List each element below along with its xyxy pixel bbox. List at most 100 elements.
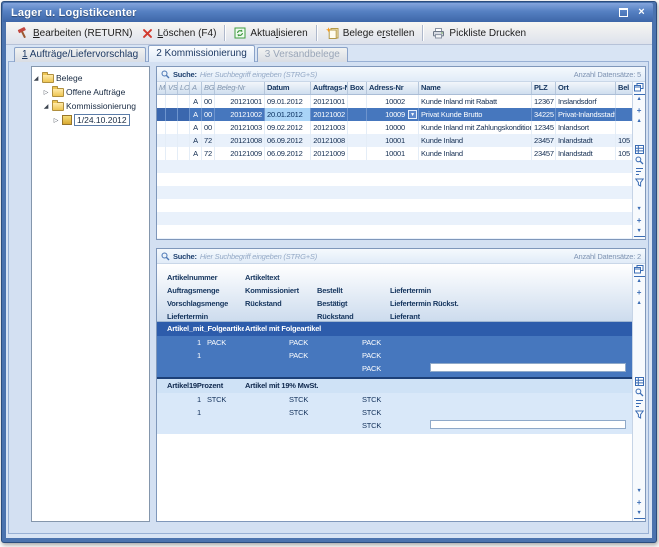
- previous-record-icon[interactable]: ▲: [634, 117, 645, 126]
- search-label: Suche:: [173, 252, 197, 261]
- record-count: Anzahl Datensätze: 5: [574, 70, 641, 79]
- col-header-beleg-nr[interactable]: Beleg-Nr: [215, 82, 265, 94]
- first-record-icon[interactable]: ▲: [634, 276, 645, 286]
- col-header-box[interactable]: Box: [348, 82, 367, 94]
- collapse-arrow-icon[interactable]: ▷: [42, 89, 50, 96]
- collapse-arrow-icon[interactable]: ▷: [52, 117, 60, 124]
- search-bar[interactable]: Suche: Hier Suchbegriff eingeben (STRG+S…: [157, 67, 645, 82]
- create-documents-icon: [326, 27, 339, 39]
- grid-view-icon[interactable]: [634, 145, 645, 154]
- col-header-bel[interactable]: Bel: [616, 82, 632, 94]
- search-placeholder: Hier Suchbegriff eingeben (STRG+S): [200, 70, 317, 79]
- article-record-selected[interactable]: Artikel_mit_Folgeartikel Artikel mit Fol…: [157, 322, 632, 377]
- title-bar: Lager u. Logistikcenter ×: [3, 3, 653, 22]
- client-area: Bearbeiten (RETURN) Löschen (F4) Aktuali…: [6, 22, 652, 538]
- loeschen-label: Löschen (F4): [157, 28, 216, 39]
- toolbar-separator: [316, 25, 318, 41]
- article-record[interactable]: Artikel19Prozent Artikel mit 19% MwSt. 1…: [157, 377, 632, 434]
- table-row[interactable]: A 00 20121001 09.01.2012 20121001 10002 …: [157, 95, 632, 108]
- folder-icon: [52, 88, 64, 97]
- hdr-liefertermin2: Liefertermin: [167, 312, 208, 321]
- empty-rows-area: [157, 160, 632, 239]
- col-header-plz[interactable]: PLZ: [532, 82, 556, 94]
- col-header-auftrags-nr[interactable]: Auftrags-Nr.: [311, 82, 348, 94]
- search-icon: [161, 252, 170, 261]
- hdr-liefertermin-rueckst: Liefertermin Rückst.: [390, 299, 459, 308]
- table-row[interactable]: A 00 20121003 09.02.2012 20121003 10000 …: [157, 121, 632, 134]
- article-number: Artikel_mit_Folgeartikel: [167, 322, 244, 336]
- next-record-icon[interactable]: ▼: [634, 487, 645, 496]
- col-header-name[interactable]: Name: [419, 82, 532, 94]
- grid-side-toolbar: ▲ + ▲ ▼ + ▼: [632, 264, 645, 521]
- dropdown-arrow-icon[interactable]: ▼: [408, 110, 417, 119]
- hdr-artikelnummer: Artikelnummer: [167, 273, 217, 282]
- last-record-icon[interactable]: ▼: [634, 227, 645, 237]
- next-page-icon[interactable]: +: [634, 498, 645, 507]
- search-placeholder: Hier Suchbegriff eingeben (STRG+S): [200, 252, 317, 261]
- close-button[interactable]: ×: [634, 6, 649, 19]
- bearbeiten-button[interactable]: Bearbeiten (RETURN): [12, 25, 137, 41]
- tree-item-pickliste[interactable]: ▷ 1/24.10.2012: [32, 113, 149, 127]
- tree-item-label-selected: 1/24.10.2012: [74, 114, 130, 126]
- filter-icon[interactable]: [634, 410, 645, 419]
- tree-item-belege[interactable]: ◢ Belege: [32, 71, 149, 85]
- aktualisieren-label: Aktualisieren: [250, 28, 307, 39]
- card-header-block: Artikelnummer Artikeltext Auftragsmenge …: [157, 264, 632, 322]
- loeschen-button[interactable]: Löschen (F4): [137, 26, 221, 41]
- col-header-m[interactable]: M: [157, 82, 166, 94]
- hdr-rueckstand: Rückstand: [245, 299, 282, 308]
- grid-view-icon[interactable]: [634, 377, 645, 386]
- sort-icon[interactable]: [634, 399, 645, 408]
- previous-page-icon[interactable]: +: [634, 106, 645, 115]
- tab-bar: 1 Aufträge/Liefervorschlag 2 Kommissioni…: [14, 46, 350, 62]
- first-record-icon[interactable]: ▲: [634, 94, 645, 104]
- search-icon[interactable]: [634, 156, 645, 165]
- table-row-selected[interactable]: A 00 20121002 20.01.2012 20121002 10009▼…: [157, 108, 632, 121]
- col-header-lo[interactable]: LO: [178, 82, 190, 94]
- aktualisieren-button[interactable]: Aktualisieren: [229, 25, 312, 41]
- hammer-icon: [17, 27, 29, 39]
- column-chooser-icon[interactable]: [634, 265, 645, 274]
- hdr-liefertermin: Liefertermin: [390, 286, 431, 295]
- tree-item-kommissionierung[interactable]: ◢ Kommissionierung: [32, 99, 149, 113]
- lieferant-input[interactable]: [430, 420, 626, 429]
- previous-page-icon[interactable]: +: [634, 288, 645, 297]
- lieferant-input[interactable]: [430, 363, 626, 372]
- toolbar: Bearbeiten (RETURN) Löschen (F4) Aktuali…: [6, 22, 652, 45]
- last-record-icon[interactable]: ▼: [634, 509, 645, 519]
- expand-arrow-icon[interactable]: ◢: [42, 103, 50, 110]
- belege-erstellen-button[interactable]: Belege erstellen: [321, 25, 420, 41]
- belege-erstellen-label: Belege erstellen: [343, 28, 415, 39]
- col-header-a[interactable]: A: [190, 82, 202, 94]
- table-row[interactable]: A 72 20121009 06.09.2012 20121009 10001 …: [157, 147, 632, 160]
- col-header-bg[interactable]: BG: [202, 82, 215, 94]
- hdr-artikeltext: Artikeltext: [245, 273, 279, 282]
- close-icon: ×: [638, 7, 644, 18]
- sort-icon[interactable]: [634, 167, 645, 176]
- toolbar-separator: [224, 25, 226, 41]
- col-header-ort[interactable]: Ort: [556, 82, 616, 94]
- tab-auftraege-liefervorschlag[interactable]: 1 Aufträge/Liefervorschlag: [14, 47, 146, 62]
- search-bar[interactable]: Suche: Hier Suchbegriff eingeben (STRG+S…: [157, 249, 645, 264]
- previous-record-icon[interactable]: ▲: [634, 299, 645, 308]
- next-page-icon[interactable]: +: [634, 216, 645, 225]
- column-chooser-icon[interactable]: [634, 83, 645, 92]
- tab-kommissionierung[interactable]: 2 Kommissionierung: [148, 45, 255, 62]
- expand-arrow-icon[interactable]: ◢: [32, 75, 40, 82]
- tree-item-label: Belege: [56, 73, 82, 83]
- pickliste-drucken-button[interactable]: Pickliste Drucken: [427, 25, 531, 41]
- maximize-button[interactable]: [616, 6, 631, 19]
- tree-item-offene-auftraege[interactable]: ▷ Offene Aufträge: [32, 85, 149, 99]
- col-header-vs[interactable]: VS: [166, 82, 178, 94]
- article-number: Artikel19Prozent: [167, 379, 244, 393]
- table-row[interactable]: A 72 20121008 06.09.2012 20121008 10001 …: [157, 134, 632, 147]
- col-header-datum[interactable]: Datum: [265, 82, 311, 94]
- col-header-adress-nr[interactable]: Adress-Nr: [367, 82, 419, 94]
- active-edit-cell[interactable]: 20.01.2012: [265, 108, 311, 121]
- next-record-icon[interactable]: ▼: [634, 205, 645, 214]
- search-icon[interactable]: [634, 388, 645, 397]
- grid-side-toolbar: ▲ + ▲ ▼ + ▼: [632, 82, 645, 239]
- hdr-bestellt: Bestellt: [317, 286, 343, 295]
- filter-icon[interactable]: [634, 178, 645, 187]
- search-label: Suche:: [173, 70, 197, 79]
